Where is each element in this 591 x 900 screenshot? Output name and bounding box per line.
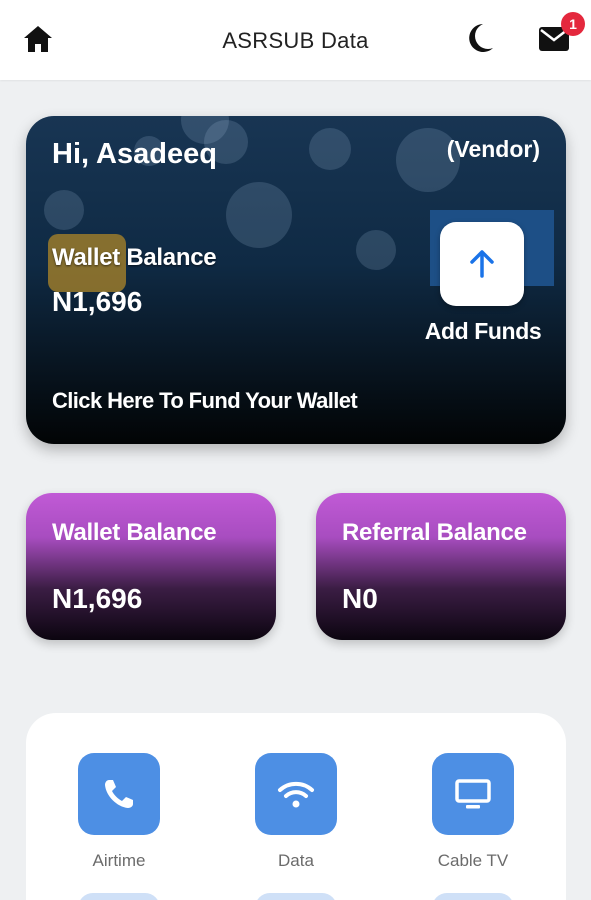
top-bar: ASRSUB Data 1 xyxy=(0,0,591,80)
wallet-balance-card-label: Wallet Balance xyxy=(52,519,217,546)
service-label: Airtime xyxy=(92,851,146,870)
service-tile[interactable] xyxy=(78,753,160,835)
services-panel: Airtime Data Cable TV xyxy=(26,713,566,900)
service-label: Data xyxy=(278,851,314,870)
notification-badge[interactable]: 1 xyxy=(561,12,585,36)
phone-icon xyxy=(105,780,133,808)
add-funds-button[interactable] xyxy=(440,222,524,306)
decor-bubble xyxy=(309,128,351,170)
dark-mode-moon-icon[interactable] xyxy=(465,22,495,54)
tv-icon xyxy=(455,779,491,809)
app-title: ASRSUB Data xyxy=(222,28,369,53)
wallet-card[interactable]: Hi, Asadeeq (Vendor) Wallet Balance N1,6… xyxy=(26,116,566,444)
service-data[interactable]: Data xyxy=(236,753,356,871)
service-label: Cable TV xyxy=(437,851,509,870)
greeting-text: Hi, Asadeeq xyxy=(52,138,217,170)
referral-balance-card-label: Referral Balance xyxy=(342,519,527,546)
decor-bubble xyxy=(356,230,396,270)
arrow-up-icon xyxy=(470,250,494,278)
wallet-balance-amount: N1,696 xyxy=(52,286,143,317)
service-tile[interactable] xyxy=(255,753,337,835)
user-role: (Vendor) xyxy=(446,136,540,162)
service-tile[interactable] xyxy=(432,753,514,835)
add-funds-label[interactable]: Add Funds xyxy=(424,318,542,345)
wallet-balance-card-amount: N1,696 xyxy=(52,583,143,614)
service-cable-tv[interactable]: Cable TV xyxy=(413,753,533,871)
wallet-balance-card[interactable]: Wallet Balance N1,696 xyxy=(26,493,276,640)
referral-balance-card[interactable]: Referral Balance N0 xyxy=(316,493,566,640)
wifi-icon xyxy=(278,781,314,808)
decor-bubble xyxy=(226,182,292,248)
service-airtime[interactable]: Airtime xyxy=(59,753,179,871)
decor-bubble xyxy=(44,190,84,230)
service-tile-next[interactable] xyxy=(432,893,514,900)
service-tile-next[interactable] xyxy=(255,893,337,900)
service-tile-next[interactable] xyxy=(78,893,160,900)
wallet-balance-label: Wallet Balance xyxy=(52,244,217,271)
referral-balance-card-amount: N0 xyxy=(342,583,378,614)
fund-wallet-link[interactable]: Click Here To Fund Your Wallet xyxy=(52,388,358,414)
